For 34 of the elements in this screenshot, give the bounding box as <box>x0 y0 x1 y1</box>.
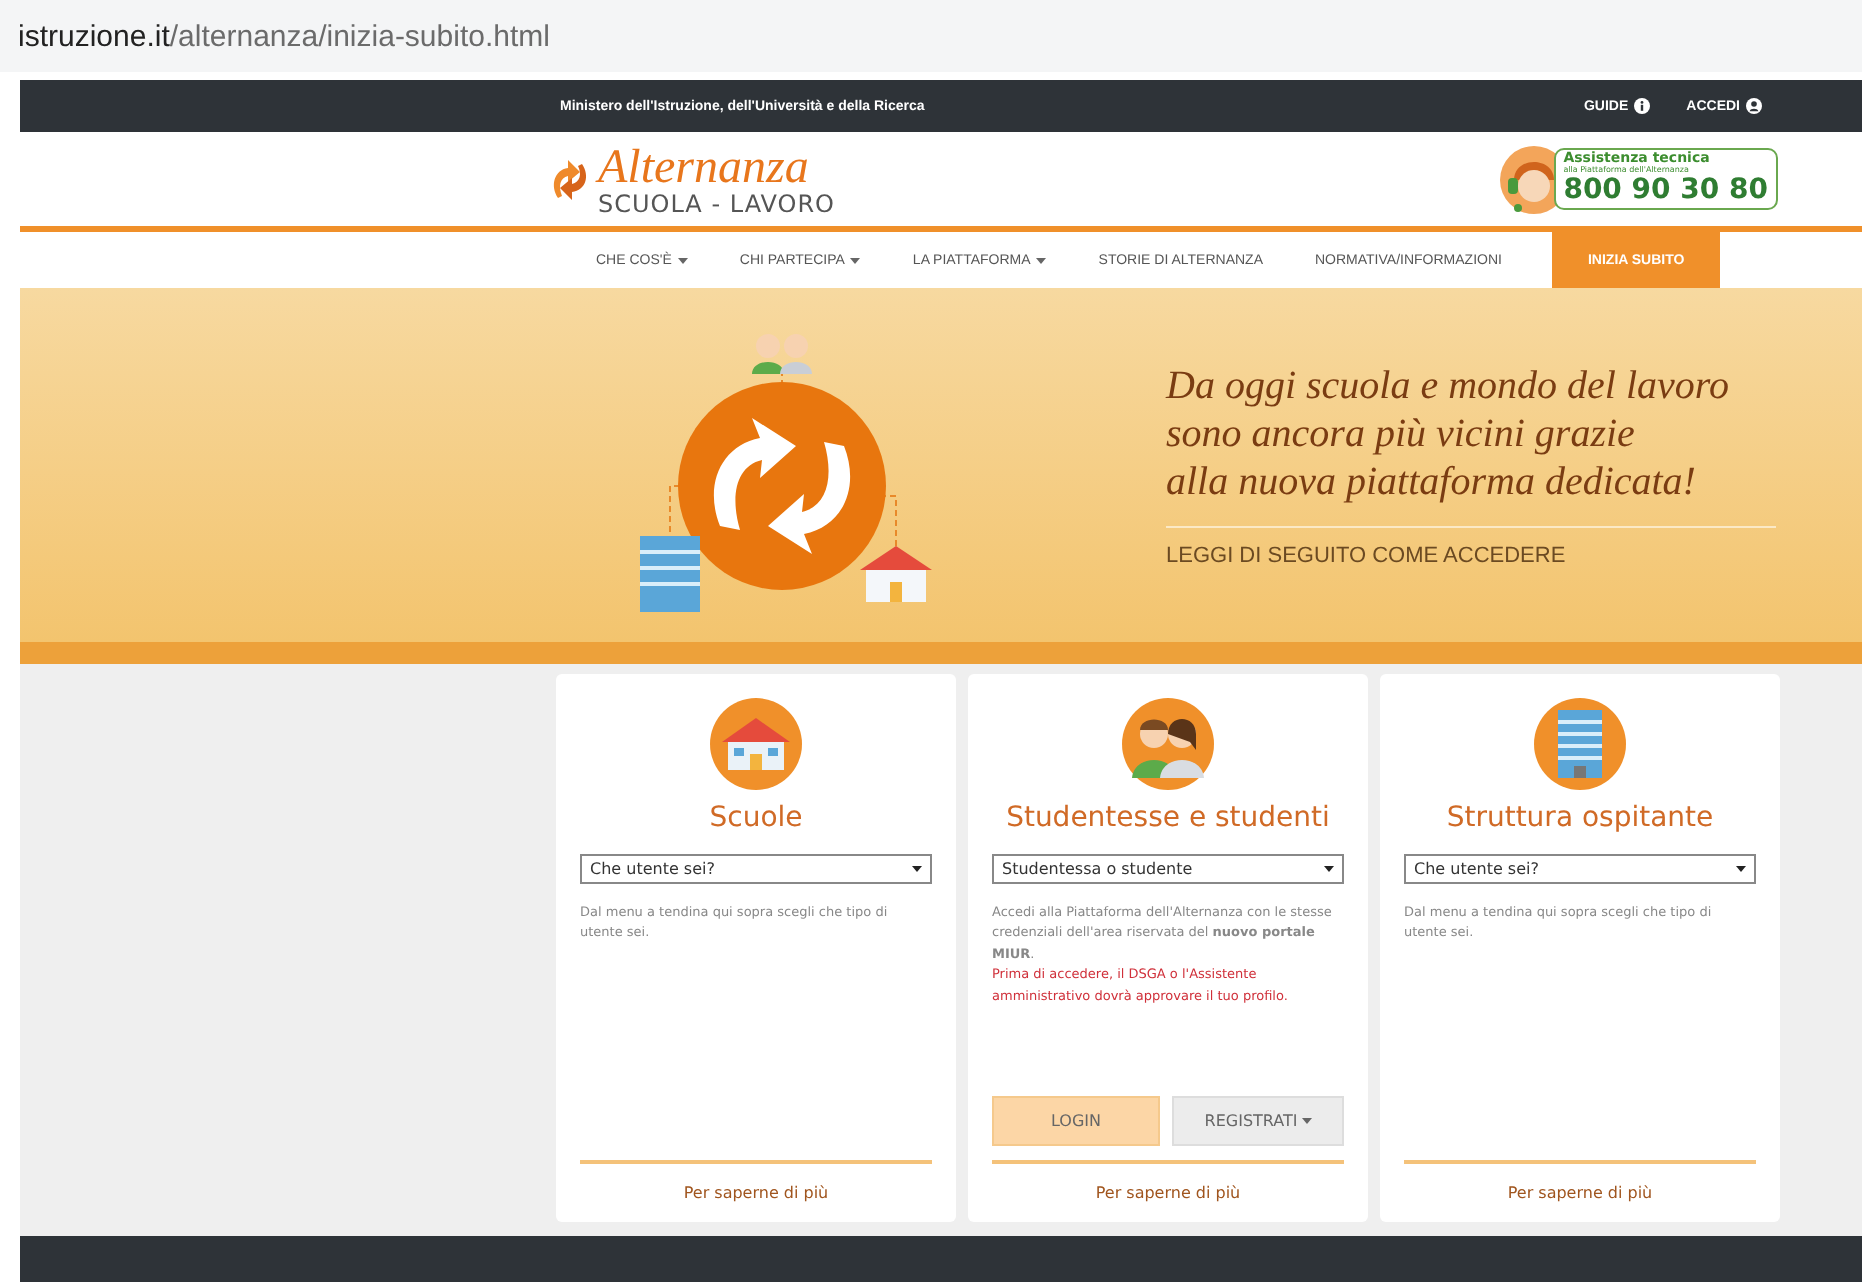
hero-headline: Da oggi scuola e mondo del lavoro <box>1166 362 1731 410</box>
more-info-link[interactable]: Per saperne di più <box>580 1160 932 1202</box>
address-field[interactable]: istruzione.it/alternanza/inizia-subito.html <box>0 0 1862 72</box>
help-phone: 800 90 30 80 <box>1563 175 1768 207</box>
caret-icon <box>1036 257 1047 263</box>
caret-icon <box>1301 1118 1312 1124</box>
logo-title: Alternanza <box>598 143 811 191</box>
info-icon <box>1634 98 1651 114</box>
card-title: Struttura ospitante <box>1446 802 1714 834</box>
logo-arrows-icon <box>550 157 590 201</box>
caret-icon <box>912 866 922 872</box>
user-type-select[interactable]: Studentessa o studente <box>992 854 1344 884</box>
access-link[interactable]: LEGGI DI SEGUITO COME ACCEDERE <box>1166 544 1776 568</box>
user-type-select[interactable]: Che utente sei? <box>580 854 932 884</box>
caret-icon <box>1736 866 1746 872</box>
login-button[interactable]: LOGIN <box>992 1096 1160 1146</box>
user-icon <box>1746 98 1762 114</box>
caret-icon <box>677 257 688 263</box>
more-info-link[interactable]: Per saperne di più <box>1404 1160 1756 1202</box>
card-title: Studentesse e studenti <box>1006 802 1330 834</box>
caret-icon <box>850 257 861 263</box>
url-path: /alternanza/inizia-subito.html <box>169 19 550 53</box>
card-title: Scuole <box>709 802 803 834</box>
students-icon <box>1122 698 1214 790</box>
caret-icon <box>1324 866 1334 872</box>
hero-headline: alla nuova piattaforma dedicata! <box>1166 458 1698 506</box>
more-info-link[interactable]: Per saperne di più <box>992 1160 1344 1202</box>
register-button[interactable]: REGISTRATI <box>1172 1096 1344 1146</box>
school-icon <box>710 698 802 790</box>
hero-headline: sono ancora più vicini grazie <box>1166 410 1637 458</box>
logo-subtitle: SCUOLA - LAVORO <box>598 191 835 215</box>
office-building-icon <box>1534 698 1626 790</box>
url-host: istruzione.it <box>18 19 170 53</box>
user-type-select[interactable]: Che utente sei? <box>1404 854 1756 884</box>
